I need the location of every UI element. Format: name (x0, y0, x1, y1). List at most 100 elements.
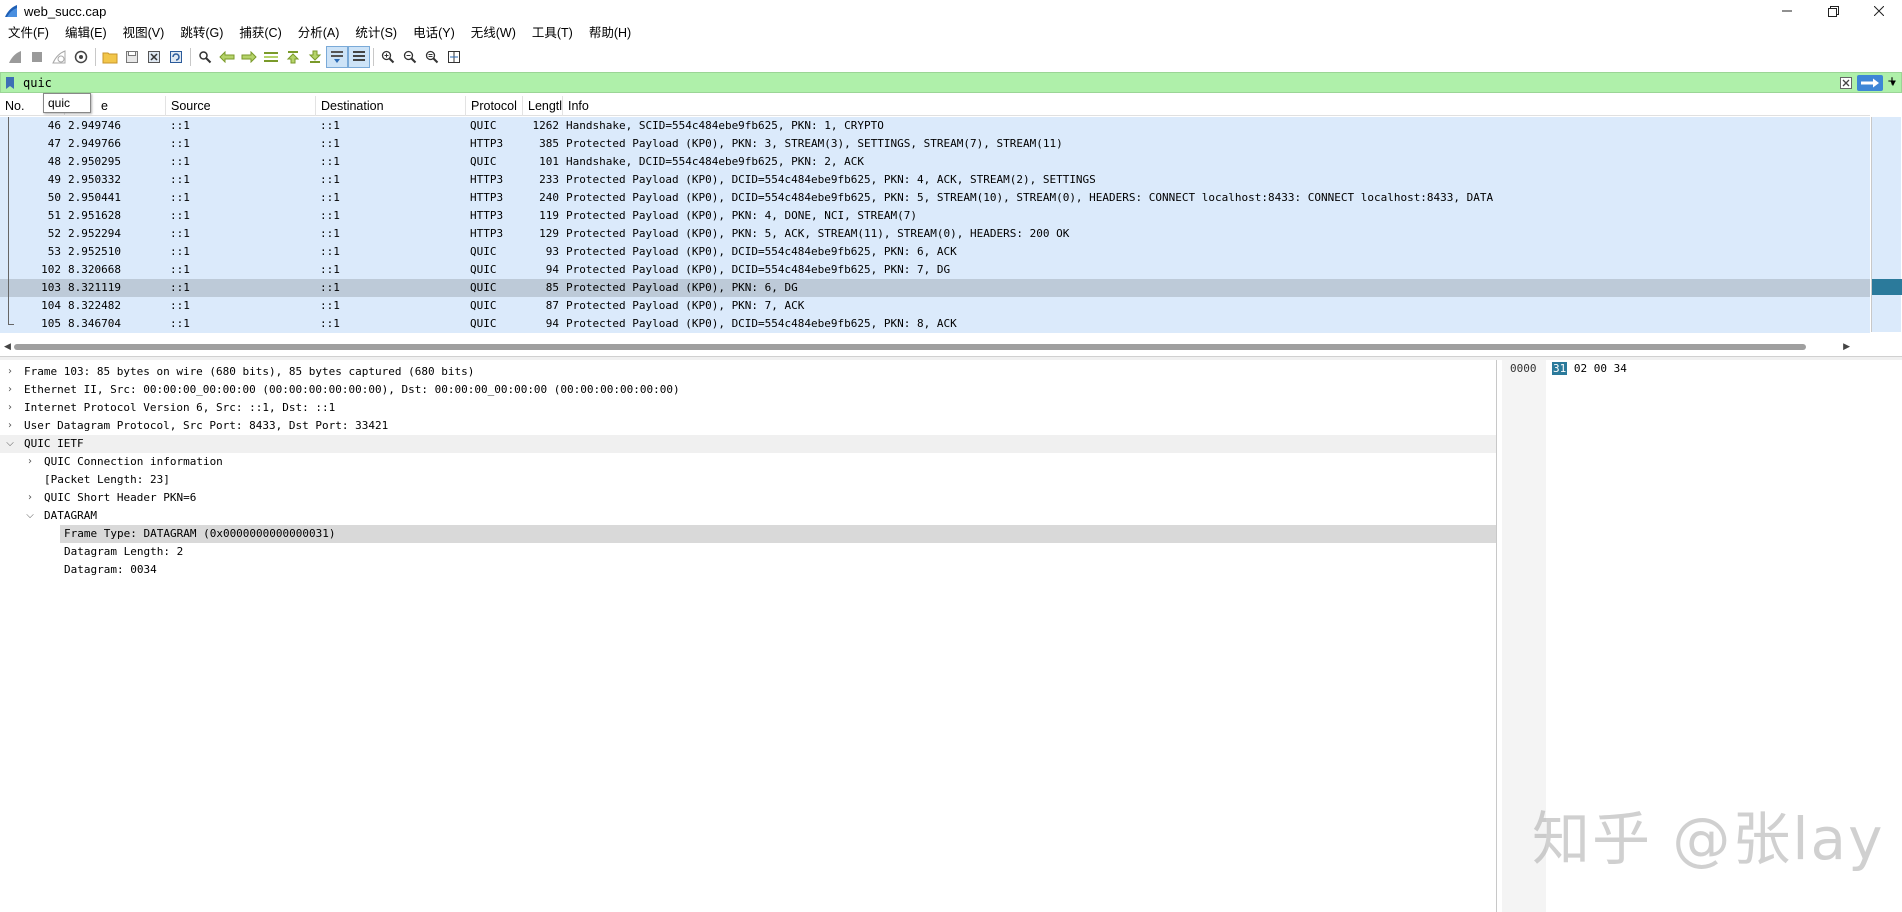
cell-destination: ::1 (320, 281, 340, 294)
resize-columns-button[interactable] (443, 46, 465, 68)
cell-no: 49 (0, 171, 65, 189)
display-filter-input[interactable] (19, 73, 1837, 92)
column-header-info[interactable]: Info (563, 96, 1870, 116)
cell-source: ::1 (170, 191, 190, 204)
go-last-button[interactable] (304, 46, 326, 68)
detail-tree-item[interactable]: › QUIC Connection information (0, 453, 1496, 471)
menu-wireless[interactable]: 无线(W) (463, 22, 524, 44)
cell-no-text: 53 (47, 245, 61, 258)
detail-tree-item[interactable]: › Frame 103: 85 bytes on wire (680 bits),… (0, 363, 1496, 381)
close-button[interactable] (1856, 0, 1902, 22)
reload-file-button[interactable] (165, 46, 187, 68)
packet-row[interactable]: 103 8.321119::1::1 QUIC 85 Protected Payload… (0, 279, 1870, 297)
collapse-chevron-right-icon[interactable]: › (4, 363, 16, 381)
zoom-in-button[interactable] (377, 46, 399, 68)
detail-tree-item[interactable]: ⌵ DATAGRAM (0, 507, 1496, 525)
packet-row[interactable]: 49 2.950332::1::1 HTTP3 233 Protected Payloa… (0, 171, 1870, 189)
packet-row[interactable]: 105 8.346704::1::1 QUIC 94 Protected Payload… (0, 315, 1870, 333)
add-filter-button[interactable]: + (1884, 72, 1900, 91)
scrollbar-thumb[interactable] (14, 344, 1806, 350)
autoscroll-button[interactable] (326, 46, 348, 68)
scroll-left-icon[interactable]: ◀ (4, 341, 11, 352)
detail-tree-item[interactable]: › Ethernet II, Src: 00:00:00_00:00:00 (00… (0, 381, 1496, 399)
packet-list-minimap[interactable] (1871, 117, 1902, 332)
collapse-chevron-right-icon[interactable]: › (4, 381, 16, 399)
packet-row[interactable]: 53 2.952510::1::1 QUIC 93 Protected Payload … (0, 243, 1870, 261)
packet-row[interactable]: 50 2.950441::1::1 HTTP3 240 Protected Payloa… (0, 189, 1870, 207)
go-back-button[interactable] (216, 46, 238, 68)
menu-analyze[interactable]: 分析(A) (290, 22, 348, 44)
open-file-button[interactable] (99, 46, 121, 68)
restart-capture-button[interactable] (48, 46, 70, 68)
stop-capture-button[interactable] (26, 46, 48, 68)
menu-go[interactable]: 跳转(G) (172, 22, 231, 44)
filter-clear-button[interactable] (1837, 74, 1855, 92)
packet-rows: 46 2.949746::1::1 QUIC 1262 Handshake, SCID=… (0, 117, 1870, 333)
detail-text: User Datagram Protocol, Src Port: 8433, … (24, 419, 389, 432)
cell-no: 53 (0, 243, 65, 261)
detail-tree-item[interactable]: ⌵ QUIC IETF (0, 435, 1496, 453)
go-first-button[interactable] (282, 46, 304, 68)
menu-statistics[interactable]: 统计(S) (347, 22, 405, 44)
collapse-chevron-right-icon[interactable]: › (4, 417, 16, 435)
packet-row[interactable]: 46 2.949746::1::1 QUIC 1262 Handshake, SCID=… (0, 117, 1870, 135)
expand-chevron-down-icon[interactable]: ⌵ (24, 507, 36, 525)
menu-capture[interactable]: 捕获(C) (231, 22, 289, 44)
packet-row[interactable]: 52 2.952294::1::1 HTTP3 129 Protected Payloa… (0, 225, 1870, 243)
colorize-button[interactable] (348, 46, 370, 68)
detail-text: Datagram Length: 2 (64, 545, 184, 558)
close-file-icon (148, 51, 160, 63)
cell-source: ::1 (170, 317, 190, 330)
packet-row[interactable]: 47 2.949766::1::1 HTTP3 385 Protected Payloa… (0, 135, 1870, 153)
capture-options-button[interactable] (70, 46, 92, 68)
packet-row[interactable]: 51 2.951628::1::1 HTTP3 119 Protected Payloa… (0, 207, 1870, 225)
packet-row[interactable]: 48 2.950295::1::1 QUIC 101 Handshake, DCID=5… (0, 153, 1870, 171)
expand-chevron-down-icon[interactable]: ⌵ (4, 435, 16, 453)
find-packet-button[interactable] (194, 46, 216, 68)
menu-help[interactable]: 帮助(H) (581, 22, 639, 44)
detail-tree-item[interactable]: [Packet Length: 23] (0, 471, 1496, 489)
packet-row[interactable]: 104 8.322482::1::1 QUIC 87 Protected Payload… (0, 297, 1870, 315)
detail-tree-item[interactable]: › QUIC Short Header PKN=6 (0, 489, 1496, 507)
detail-tree-item[interactable]: › Internet Protocol Version 6, Src: ::1, … (0, 399, 1496, 417)
packet-list-horizontal-scrollbar[interactable]: ◀ ▶ (0, 341, 1870, 354)
detail-tree-item[interactable]: › User Datagram Protocol, Src Port: 8433,… (0, 417, 1496, 435)
detail-tree-item[interactable]: Frame Type: DATAGRAM (0x0000000000000031… (0, 525, 1496, 543)
zoom-normal-button[interactable] (421, 46, 443, 68)
bytes-hex-dump[interactable]: 31 02 00 34 (1552, 360, 1627, 378)
collapse-chevron-right-icon[interactable]: › (24, 453, 36, 471)
conversation-bracket-line (8, 135, 9, 153)
go-to-packet-button[interactable] (260, 46, 282, 68)
detail-tree-item[interactable]: Datagram Length: 2 (0, 543, 1496, 561)
close-file-button[interactable] (143, 46, 165, 68)
detail-text: QUIC Connection information (44, 455, 223, 468)
bytes-offset: 0000 (1510, 362, 1537, 375)
detail-tree-item[interactable]: Datagram: 0034 (0, 561, 1496, 579)
collapse-chevron-right-icon[interactable]: › (4, 399, 16, 417)
menu-telephony[interactable]: 电话(Y) (405, 22, 463, 44)
menu-tools[interactable]: 工具(T) (524, 22, 581, 44)
menu-file[interactable]: 文件(F) (0, 22, 57, 44)
bytes-hex-selected[interactable]: 31 (1552, 362, 1568, 375)
column-header-protocol[interactable]: Protocol (466, 96, 523, 116)
filter-autocomplete-item[interactable]: quic (43, 93, 91, 113)
go-forward-button[interactable] (238, 46, 260, 68)
zoom-out-button[interactable] (399, 46, 421, 68)
menu-edit[interactable]: 编辑(E) (57, 22, 115, 44)
scroll-right-icon[interactable]: ▶ (1843, 341, 1850, 352)
packet-row[interactable]: 102 8.320668::1::1 QUIC 94 Protected Payload… (0, 261, 1870, 279)
find-magnifier-icon (199, 51, 212, 64)
start-capture-button[interactable] (4, 46, 26, 68)
menu-view[interactable]: 视图(V) (115, 22, 173, 44)
bytes-hex-rest[interactable]: 02 00 34 (1567, 362, 1627, 375)
column-header-length[interactable]: Lengtl (523, 96, 563, 116)
save-file-button[interactable] (121, 46, 143, 68)
column-header-source[interactable]: Source (166, 96, 316, 116)
column-header-destination[interactable]: Destination (316, 96, 466, 116)
collapse-chevron-right-icon[interactable]: › (24, 489, 36, 507)
filter-apply-button[interactable] (1857, 74, 1883, 91)
filter-bookmark-button[interactable] (1, 73, 19, 92)
apply-arrow-icon (1861, 78, 1879, 87)
minimize-button[interactable] (1764, 0, 1810, 22)
maximize-button[interactable] (1810, 0, 1856, 22)
